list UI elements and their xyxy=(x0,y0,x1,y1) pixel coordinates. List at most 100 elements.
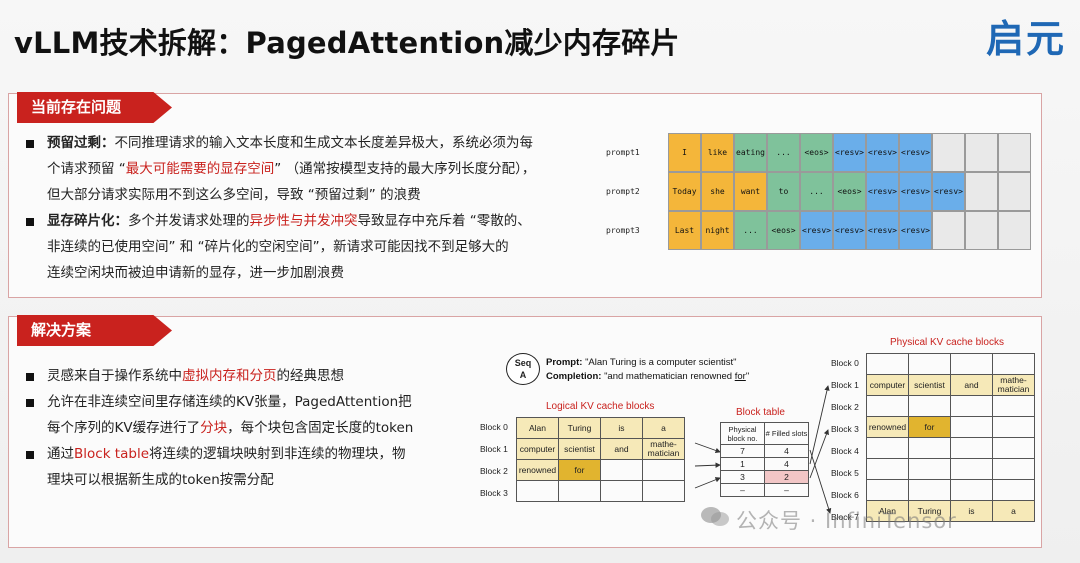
bullet-highlight: Block table xyxy=(74,446,149,462)
kv-cell xyxy=(992,479,1035,501)
seq-label: Seq xyxy=(514,358,532,368)
kv-cell xyxy=(600,480,643,502)
kv-cell xyxy=(908,458,951,480)
physical-kv-table: computer scientist and mathe- matician renow… xyxy=(866,353,1035,522)
seq-a-badge: Seq A xyxy=(506,353,540,385)
bullet-text: ” （通常按模型支持的最大序列长度分配）， xyxy=(274,161,536,177)
bullet-highlight: 最大可能需要的显存空间 xyxy=(125,161,275,177)
token-cell: <resv> xyxy=(833,211,866,250)
token-cell: ... xyxy=(767,133,800,172)
token-cell: Today xyxy=(668,172,701,211)
bt-header-physical: Physical block no. xyxy=(720,422,765,445)
bt-cell: 1 xyxy=(720,457,765,471)
kv-cell xyxy=(992,395,1035,417)
seq-label: A xyxy=(519,370,527,380)
token-cell: ... xyxy=(800,172,833,211)
kv-cell: and xyxy=(950,374,993,396)
token-cell: <resv> xyxy=(899,172,932,211)
bullet-block-table: 通过Block table将连续的逻辑块映射到非连续的物理块，物 理块可以根据新… xyxy=(21,441,461,493)
kv-cell xyxy=(950,479,993,501)
block-table: Physical block no. # Filled slots 74 14 … xyxy=(720,422,809,497)
token-cell: <resv> xyxy=(866,172,899,211)
kv-cell xyxy=(642,459,685,481)
block-label: Block 4 xyxy=(831,446,859,456)
kv-cell xyxy=(908,353,951,375)
kv-cell: and xyxy=(600,438,643,460)
token-cell: eating xyxy=(734,133,767,172)
kv-cell xyxy=(992,353,1035,375)
token-cell xyxy=(998,211,1031,250)
block-label: Block 0 xyxy=(480,422,508,432)
token-cell: <resv> xyxy=(899,211,932,250)
kv-cell xyxy=(866,437,909,459)
bullet-text: 通过 xyxy=(47,446,74,462)
kv-cell: Turing xyxy=(558,417,601,439)
block-label: Block 3 xyxy=(831,424,859,434)
kv-cell: renowned xyxy=(516,459,559,481)
kv-cell xyxy=(908,479,951,501)
logical-kv-table: Alan Turing is a computer scientist and mathe- … xyxy=(516,417,685,502)
prompt-label: prompt3 xyxy=(606,226,640,235)
watermark: 公众号 · InfiniTensor xyxy=(700,505,957,535)
bullet-text: 理块可以根据新生成的token按需分配 xyxy=(47,472,274,488)
bullet-text: 但大部分请求实际用不到这么多空间，导致 “预留过剩” 的浪费 xyxy=(47,187,421,203)
bt-cell: – xyxy=(764,483,809,497)
bullet-text: 多个并发请求处理的 xyxy=(128,213,250,229)
kv-cell xyxy=(992,437,1035,459)
bullet-text: 导致显存中充斥着 “零散的、 xyxy=(357,213,531,229)
solution-list: 灵感来自于操作系统中虚拟内存和分页的经典思想 允许在非连续空间里存储连续的KV张… xyxy=(21,363,461,493)
completion-for: for xyxy=(734,371,746,382)
kv-cell: mathe- matician xyxy=(992,374,1035,396)
bt-cell: 3 xyxy=(720,470,765,484)
bullet-text: 每个序列的KV缓存进行了 xyxy=(47,420,201,436)
kv-cell: for xyxy=(558,459,601,481)
bullet-text: 将连续的逻辑块映射到非连续的物理块，物 xyxy=(149,446,406,462)
kv-cell xyxy=(992,458,1035,480)
kv-cell xyxy=(600,459,643,481)
bt-cell: 4 xyxy=(764,457,809,471)
bt-header-filled: # Filled slots xyxy=(764,422,809,445)
block-label: Block 5 xyxy=(831,468,859,478)
bullet-label: 显存碎片化： xyxy=(47,213,128,229)
prompt-text: "Alan Turing is a computer scientist" xyxy=(585,357,737,368)
token-cell: <eos> xyxy=(800,133,833,172)
prompt-label: prompt1 xyxy=(606,148,640,157)
kv-cell: a xyxy=(642,417,685,439)
bullet-label: 预留过剩： xyxy=(47,135,115,151)
kv-cell: scientist xyxy=(908,374,951,396)
token-cell xyxy=(965,211,998,250)
kv-cell xyxy=(950,437,993,459)
bullet-highlight: 虚拟内存和分页 xyxy=(182,368,277,384)
block-label: Block 0 xyxy=(831,358,859,368)
token-cell xyxy=(965,133,998,172)
bullet-square-icon xyxy=(26,140,34,148)
token-cell: I xyxy=(668,133,701,172)
bullet-highlight: 异步性与并发冲突 xyxy=(249,213,358,229)
kv-cell: renowned xyxy=(866,416,909,438)
token-cell xyxy=(965,172,998,211)
kv-cell: is xyxy=(600,417,643,439)
bullet-square-icon xyxy=(26,373,34,381)
kv-cell xyxy=(866,479,909,501)
page-title: vLLM技术拆解：PagedAttention减少内存碎片 xyxy=(14,26,680,60)
bullet-text: 不同推理请求的输入文本长度和生成文本长度差异极大，系统必须为每 xyxy=(114,135,534,151)
kv-cell xyxy=(950,353,993,375)
prompt-label: Prompt: xyxy=(546,357,583,368)
kv-cell xyxy=(950,458,993,480)
token-cell xyxy=(998,133,1031,172)
prompt-completion-text: Prompt: "Alan Turing is a computer scien… xyxy=(546,356,749,384)
kv-cell: computer xyxy=(516,438,559,460)
block-label: Block 1 xyxy=(831,380,859,390)
wechat-icon xyxy=(701,507,729,526)
token-cell: <resv> xyxy=(899,133,932,172)
bullet-highlight: 分块 xyxy=(200,420,228,436)
kv-cell xyxy=(558,480,601,502)
token-cell xyxy=(998,172,1031,211)
solution-header: 解决方案 xyxy=(17,315,172,346)
bullet-fragment: 显存碎片化：多个并发请求处理的异步性与并发冲突导致显存中充斥着 “零散的、 非连… xyxy=(21,208,601,286)
block-label: Block 3 xyxy=(480,488,508,498)
block-label: Block 2 xyxy=(831,402,859,412)
token-cell: night xyxy=(701,211,734,250)
brand-logo: 启元 xyxy=(986,17,1067,61)
completion-text: "and mathematician renowned xyxy=(604,371,735,382)
